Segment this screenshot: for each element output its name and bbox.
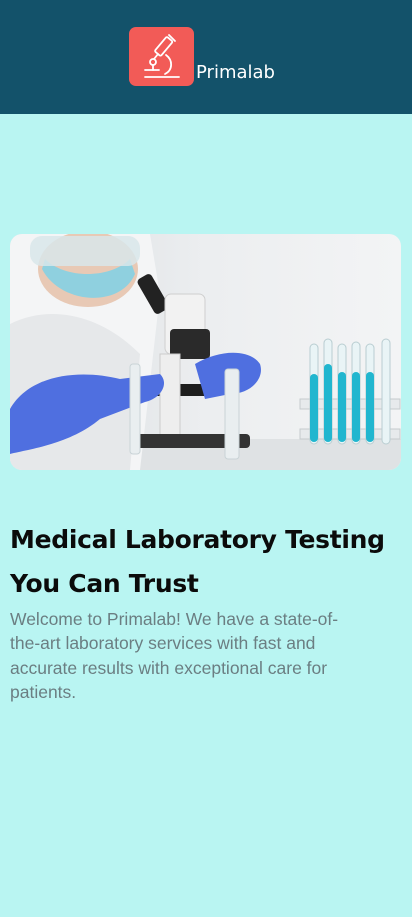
page-title: Medical Laboratory Testing You Can Trust [10, 525, 385, 598]
app-header: Primalab [0, 0, 412, 114]
hero-image [10, 234, 401, 470]
intro-text: Welcome to Primalab! We have a state-of-… [10, 609, 339, 702]
microscope-icon [144, 34, 180, 78]
logo[interactable] [129, 27, 194, 86]
brand-name[interactable]: Primalab [196, 60, 275, 86]
